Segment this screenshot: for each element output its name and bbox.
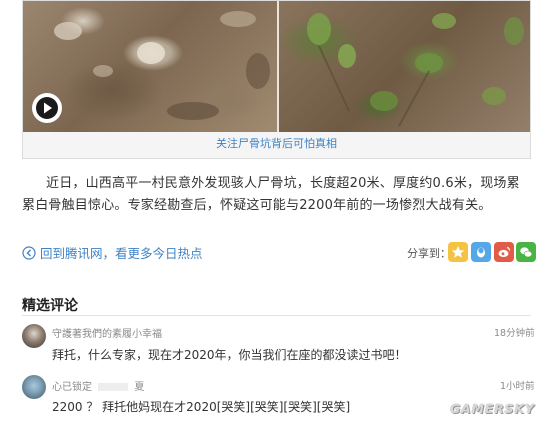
comment-username[interactable]: 守護著我們的素履小幸福 (52, 325, 162, 340)
video-card[interactable]: 关注尸骨坑背后可怕真相 (22, 0, 531, 159)
video-thumbnail[interactable] (23, 1, 530, 132)
watermark-logo: GAMERSKY (450, 401, 535, 416)
share-label: 分享到： (407, 247, 451, 260)
article-body: 近日，山西高平一村民意外发现骇人尸骨坑，长度超20米、厚度约0.6米，现场累累白… (22, 176, 520, 213)
comments-section-title: 精选评论 (22, 298, 78, 314)
share-wechat-button[interactable] (516, 242, 536, 262)
comment-username-suffix: 夏 (134, 382, 145, 393)
play-icon (32, 93, 62, 123)
weibo-icon (498, 246, 511, 258)
comment-timestamp: 1小时前 (500, 381, 535, 392)
qq-icon (477, 247, 485, 258)
username-redaction (98, 383, 129, 391)
comment-text: 拜托，什么专家，现在才2020年，你当我们在座的都没读过书吧！ (52, 348, 407, 362)
comment-username[interactable]: 心已锁定 夏 (52, 378, 144, 393)
share-qzone-button[interactable] (448, 242, 468, 262)
avatar[interactable] (22, 324, 46, 348)
share-weibo-button[interactable] (494, 242, 514, 262)
wechat-icon (520, 247, 533, 258)
play-button[interactable] (32, 93, 62, 123)
comment-username-name: 心已锁定 (52, 382, 92, 393)
share-qq-button[interactable] (471, 242, 491, 262)
back-to-tencent-link[interactable]: 回到腾讯网，看更多今日热点 (22, 243, 203, 262)
section-divider (22, 315, 531, 316)
plant-texture (307, 13, 524, 127)
back-link-label: 回到腾讯网，看更多今日热点 (40, 246, 203, 261)
star-icon (451, 246, 465, 258)
video-caption[interactable]: 关注尸骨坑背后可怕真相 (23, 135, 530, 151)
avatar[interactable] (22, 375, 46, 399)
video-still-right (279, 1, 530, 132)
comment-timestamp: 18分钟前 (494, 328, 535, 339)
comment-text: 2200 ？ 拜托他妈现在才2020[哭笑][哭笑][哭笑][哭笑] (52, 400, 351, 414)
back-arrow-icon (22, 245, 36, 260)
